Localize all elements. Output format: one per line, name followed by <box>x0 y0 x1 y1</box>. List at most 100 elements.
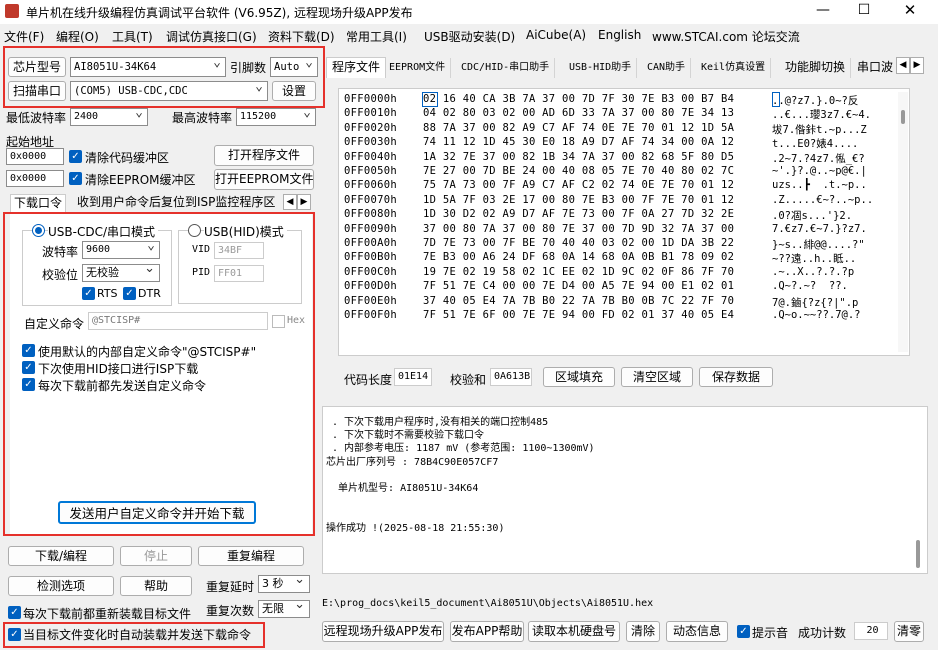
menu-debug[interactable]: 调试仿真接口(G) <box>166 28 257 45</box>
publish-help-button[interactable]: 发布APP帮助 <box>450 621 524 642</box>
menu-common-tools[interactable]: 常用工具(I) <box>346 28 407 45</box>
fill-area-button[interactable]: 区域填充 <box>543 367 615 387</box>
hex-row: 0FF0010h <box>344 107 397 120</box>
hex-scroll-thumb[interactable] <box>901 110 905 124</box>
hex-row-bytes: 1A 32 7E 37 00 82 1B 34 7A 37 00 82 68 5… <box>423 150 735 163</box>
hex-row-bytes: 19 7E 02 19 58 02 1C EE 02 1D 9C 02 0F 8… <box>423 265 735 278</box>
hex-row: 0FF0000h <box>344 93 397 105</box>
hex-row: 0FF0060h <box>344 179 397 192</box>
menu-file[interactable]: 文件(F) <box>4 28 44 45</box>
check-options-button[interactable]: 检测选项 <box>8 576 114 596</box>
hex-row: 0FF0030h <box>344 136 397 149</box>
hex-row-ascii: t...E0?婊4.... <box>772 138 859 151</box>
clear-eeprom-checkbox[interactable]: ✓ <box>69 172 82 185</box>
sound-label: 提示音 <box>752 626 789 640</box>
tab-usb-hid[interactable]: USB-HID助手 <box>564 58 638 78</box>
tab-program-file[interactable]: 程序文件 <box>326 57 387 78</box>
checksum-label: 校验和 <box>450 373 487 387</box>
dynamic-info-button[interactable]: 动态信息 <box>666 621 728 642</box>
repeat-program-button[interactable]: 重复编程 <box>198 546 304 566</box>
hex-scrollbar[interactable] <box>898 92 908 352</box>
code-length-label: 代码长度 <box>344 373 393 387</box>
menu-tools[interactable]: 工具(T) <box>112 28 153 45</box>
log-line: 操作成功 !(2025-08-18 21:55:30) <box>326 522 505 534</box>
stop-button[interactable]: 停止 <box>120 546 192 566</box>
close-icon[interactable]: ✕ <box>898 1 922 21</box>
open-program-button[interactable]: 打开程序文件 <box>214 145 314 166</box>
open-eeprom-button[interactable]: 打开EEPROM文件 <box>214 169 314 190</box>
hex-row: 0FF00E0h <box>344 294 397 307</box>
menu-download[interactable]: 资料下载(D) <box>268 28 335 45</box>
hex-row-bytes: 7F 51 7E C4 00 00 7E D4 00 A5 7E 94 00 E… <box>423 280 735 293</box>
tab-serial-wave[interactable]: 串口波 <box>852 58 898 78</box>
save-data-button[interactable]: 保存数据 <box>699 367 773 387</box>
hex-row-ascii: 7.€z7.€~7.}?z7. <box>772 222 867 235</box>
sound-checkbox[interactable]: ✓ <box>737 625 750 638</box>
hex-row-ascii: uzs..┣ .t.~p.. <box>772 179 867 192</box>
code-start-address[interactable]: 0x0000 <box>6 148 64 165</box>
log-line: 芯片出厂序列号 : 78B4C90E057CF7 <box>326 456 499 468</box>
window-title: 单片机在线升级编程仿真调试平台软件 (V6.95Z), 远程现场升级APP发布 <box>26 6 413 20</box>
hex-row: 0FF0050h <box>344 165 397 177</box>
hex-row-bytes: 7F 51 7E 6F 00 7E 7E 94 00 FD 02 01 37 4… <box>423 309 735 321</box>
repeat-count-select[interactable]: 无限 <box>258 600 310 618</box>
tab-reset-to-isp[interactable]: 收到用户命令后复位到ISP监控程序区 <box>74 194 278 212</box>
reset-count-button[interactable]: 清零 <box>894 621 924 642</box>
clear-code-label: 清除代码缓冲区 <box>85 151 170 165</box>
clear-log-button[interactable]: 清除 <box>626 621 660 642</box>
menu-usb-driver[interactable]: USB驱动安装(D) <box>424 28 515 45</box>
help-button[interactable]: 帮助 <box>120 576 192 596</box>
tab-scroll-left-icon[interactable]: ◀ <box>283 194 297 210</box>
hex-row-ascii: .Q~?.~? ??. <box>772 280 848 293</box>
hex-row-bytes: 74 11 12 1D 45 30 E0 18 A9 D7 AF 74 34 0… <box>423 136 735 149</box>
repeat-delay-label: 重复延时 <box>206 580 255 594</box>
hex-row-ascii: ~'.}?.@..~p@€.| <box>772 165 867 177</box>
min-baud-select[interactable]: 2400 <box>70 108 148 126</box>
hex-row-ascii: 7@.鏀{?z{?|".p <box>772 296 859 309</box>
hex-row-ascii: ..€...瓔3z7.€~4. <box>772 109 872 122</box>
menu-program[interactable]: 编程(O) <box>56 28 99 45</box>
hex-row-bytes: 7D 7E 73 00 7F BE 70 40 40 03 02 00 1D D… <box>423 237 735 249</box>
hex-row-ascii: ~??遠..h..眡.. <box>772 253 857 266</box>
maximize-icon[interactable]: ☐ <box>852 2 876 22</box>
menu-aicube[interactable]: AiCube(A) <box>526 28 586 42</box>
success-count-field: 20 <box>854 622 888 640</box>
repeat-count-label: 重复次数 <box>206 604 255 618</box>
clear-code-checkbox[interactable]: ✓ <box>69 150 82 163</box>
hex-row-bytes: 75 7A 73 00 7F A9 C7 AF C2 02 74 0E 7E 7… <box>423 179 735 192</box>
tab-serial-helper[interactable]: CDC/HID-串口助手 <box>456 58 556 78</box>
clear-area-button[interactable]: 清空区域 <box>621 367 693 387</box>
tab-scroll-right-icon[interactable]: ▶ <box>297 194 311 210</box>
hex-row-ascii: .0?凅s...'}2. <box>772 210 853 223</box>
tab-keil-sim[interactable]: Keil仿真设置 <box>696 58 772 78</box>
right-tab-scroll-right-icon[interactable]: ▶ <box>910 57 924 74</box>
max-baud-select[interactable]: 115200 <box>236 108 316 126</box>
remote-upgrade-button[interactable]: 远程现场升级APP发布 <box>322 621 444 642</box>
code-length-field: 01E14 <box>394 368 432 386</box>
hex-row: 0FF0020h <box>344 121 397 134</box>
app-icon <box>5 4 19 18</box>
reload-checkbox[interactable]: ✓ <box>8 606 21 619</box>
download-program-button[interactable]: 下载/编程 <box>8 546 114 566</box>
tab-download-password[interactable]: 下载口令 <box>10 194 67 212</box>
hex-row: 0FF00A0h <box>344 237 397 249</box>
minimize-icon[interactable]: — <box>808 2 838 22</box>
max-baud-label: 最高波特率 <box>172 111 233 125</box>
menu-english[interactable]: English <box>598 28 641 42</box>
hex-row-ascii: .Q~o.~~??.7@.? <box>772 309 861 321</box>
hex-row: 0FF00C0h <box>344 265 397 278</box>
tab-can[interactable]: CAN助手 <box>642 58 692 78</box>
tab-eeprom-file[interactable]: EEPROM文件 <box>384 58 452 78</box>
hex-row-ascii: .Z.....€~?..~p.. <box>772 193 874 206</box>
eeprom-start-address[interactable]: 0x0000 <box>6 170 64 187</box>
highlight-box-autoload <box>3 622 265 648</box>
repeat-delay-select[interactable]: 3 秒 <box>258 575 310 593</box>
hex-row: 0FF0080h <box>344 208 397 221</box>
right-tab-scroll-left-icon[interactable]: ◀ <box>896 57 910 74</box>
menu-website[interactable]: www.STCAI.com 论坛交流 <box>652 28 800 45</box>
log-scroll-thumb[interactable] <box>916 540 920 568</box>
checksum-field: 0A613B <box>490 368 532 386</box>
tab-pin-switch[interactable]: 功能脚切换 <box>780 58 852 78</box>
hex-row: 0FF00D0h <box>344 280 397 293</box>
read-disk-id-button[interactable]: 读取本机硬盘号 <box>528 621 620 642</box>
